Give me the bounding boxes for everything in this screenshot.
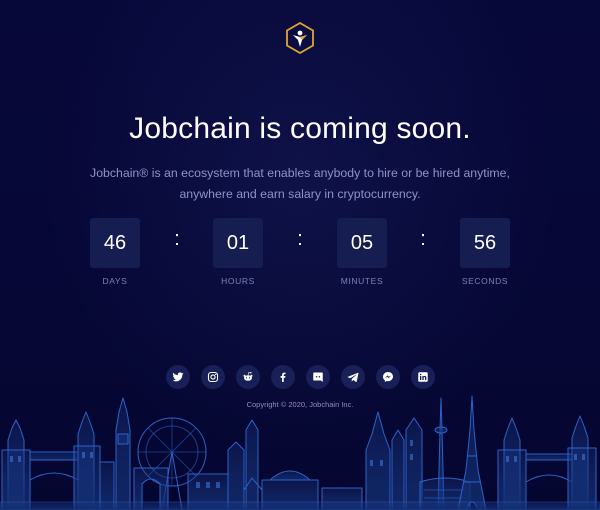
twitter-link[interactable] bbox=[166, 365, 190, 389]
countdown-hours-label: HOURS bbox=[221, 276, 255, 286]
countdown-separator: : bbox=[420, 228, 426, 250]
reddit-icon bbox=[243, 371, 253, 381]
countdown-hours: 01 HOURS bbox=[213, 218, 263, 286]
jobchain-logo-icon bbox=[286, 22, 314, 54]
countdown-minutes-value: 05 bbox=[337, 218, 387, 268]
messenger-link[interactable] bbox=[376, 365, 400, 389]
countdown-minutes-label: MINUTES bbox=[340, 276, 384, 286]
countdown-minutes: 05 MINUTES bbox=[337, 218, 387, 286]
facebook-icon bbox=[280, 372, 286, 382]
coming-soon-page: Jobchain is coming soon. Jobchain® is an… bbox=[0, 0, 600, 510]
reddit-link[interactable] bbox=[236, 365, 260, 389]
countdown-seconds-value: 56 bbox=[460, 218, 510, 268]
linkedin-link[interactable] bbox=[411, 365, 435, 389]
countdown-days: 46 DAYS bbox=[90, 218, 140, 286]
instagram-icon bbox=[207, 371, 219, 383]
page-subtitle: Jobchain® is an ecosystem that enables a… bbox=[90, 166, 510, 201]
telegram-link[interactable] bbox=[341, 365, 365, 389]
messenger-icon bbox=[383, 372, 393, 382]
countdown-seconds-label: SECONDS bbox=[461, 276, 509, 286]
discord-link[interactable] bbox=[306, 365, 330, 389]
countdown-separator: : bbox=[297, 228, 303, 250]
telegram-icon bbox=[347, 372, 359, 382]
page-title: Jobchain is coming soon. bbox=[129, 112, 471, 145]
countdown-days-value: 46 bbox=[90, 218, 140, 268]
facebook-link[interactable] bbox=[271, 365, 295, 389]
countdown-separator: : bbox=[174, 228, 180, 250]
twitter-icon bbox=[172, 372, 184, 382]
linkedin-icon bbox=[418, 372, 428, 382]
countdown-hours-value: 01 bbox=[213, 218, 263, 268]
social-links bbox=[166, 365, 435, 389]
discord-icon bbox=[313, 372, 323, 382]
city-skyline-illustration bbox=[0, 395, 600, 510]
countdown-seconds: 56 SECONDS bbox=[460, 218, 510, 286]
instagram-link[interactable] bbox=[201, 365, 225, 389]
countdown-days-label: DAYS bbox=[102, 276, 128, 286]
